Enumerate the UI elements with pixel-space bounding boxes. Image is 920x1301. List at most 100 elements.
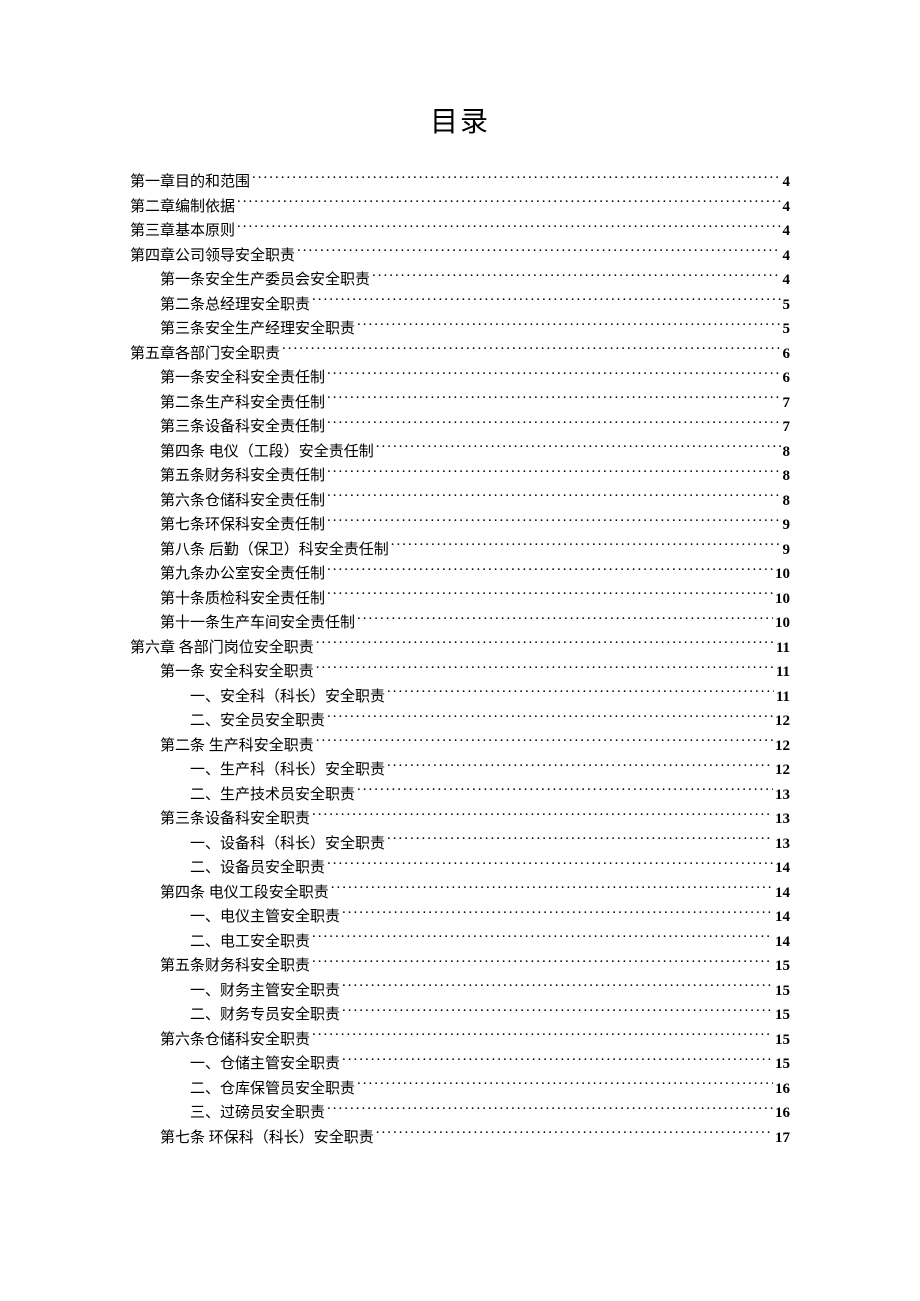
- toc-entry-page: 5: [783, 293, 791, 318]
- toc-entry: 二、财务专员安全职责 15: [130, 1003, 790, 1028]
- toc-entry-label: 三、过磅员安全职责: [190, 1101, 325, 1126]
- toc-entry-page: 4: [783, 195, 791, 220]
- toc-entry: 第一章目的和范围4: [130, 170, 790, 195]
- toc-entry-label: 第二条生产科安全责任制: [160, 391, 325, 416]
- toc-entry: 第三章基本原则 4: [130, 219, 790, 244]
- toc-leader-dots: [312, 931, 773, 946]
- toc-entry-label: 二、财务专员安全职责: [190, 1003, 340, 1028]
- toc-entry: 一、生产科（科长）安全职责 12: [130, 758, 790, 783]
- toc-leader-dots: [342, 1004, 773, 1019]
- toc-leader-dots: [316, 735, 773, 750]
- toc-entry-label: 二、安全员安全职责: [190, 709, 325, 734]
- toc-leader-dots: [282, 343, 780, 358]
- toc-entry-page: 6: [783, 342, 791, 367]
- toc-entry: 第五章各部门安全职责 6: [130, 342, 790, 367]
- toc-entry: 一、设备科（科长）安全职责13: [130, 832, 790, 857]
- toc-leader-dots: [357, 612, 773, 627]
- toc-entry: 二、仓库保管员安全职责16: [130, 1077, 790, 1102]
- toc-leader-dots: [357, 318, 780, 333]
- toc-entry: 第五条财务科安全责任制8: [130, 464, 790, 489]
- toc-entry: 第六条仓储科安全职责15: [130, 1028, 790, 1053]
- toc-entry: 二、设备员安全职责 14: [130, 856, 790, 881]
- toc-entry: 二、电工安全职责14: [130, 930, 790, 955]
- toc-entry-label: 一、电仪主管安全职责: [190, 905, 340, 930]
- toc-entry-page: 10: [775, 587, 790, 612]
- toc-leader-dots: [357, 784, 773, 799]
- toc-entry-page: 16: [775, 1077, 790, 1102]
- toc-entry: 第四条 电仪工段安全职责14: [130, 881, 790, 906]
- toc-entry-label: 二、设备员安全职责: [190, 856, 325, 881]
- toc-leader-dots: [391, 539, 781, 554]
- toc-entry-label: 第七条 环保科（科长）安全职责: [160, 1126, 374, 1151]
- toc-entry: 第一条安全生产委员会安全职责 4: [130, 268, 790, 293]
- toc-entry-label: 二、生产技术员安全职责: [190, 783, 355, 808]
- toc-entry-page: 8: [783, 489, 791, 514]
- toc-entry-page: 11: [776, 636, 790, 661]
- toc-entry: 第三条设备科安全责任制7: [130, 415, 790, 440]
- toc-leader-dots: [297, 245, 780, 260]
- toc-entry: 第一条安全科安全责任制 6: [130, 366, 790, 391]
- toc-leader-dots: [327, 416, 780, 431]
- toc-entry-label: 一、财务主管安全职责: [190, 979, 340, 1004]
- toc-entry-page: 10: [775, 611, 790, 636]
- toc-leader-dots: [312, 294, 780, 309]
- toc-entry: 第三条安全生产经理安全职责5: [130, 317, 790, 342]
- toc-entry-page: 15: [775, 1052, 790, 1077]
- toc-leader-dots: [376, 441, 781, 456]
- toc-entry-page: 15: [775, 954, 790, 979]
- toc-entry-page: 14: [775, 856, 790, 881]
- toc-entry: 一、安全科（科长）安全职责11: [130, 685, 790, 710]
- toc-entry-label: 第十一条生产车间安全责任制: [160, 611, 355, 636]
- toc-entry-label: 第三章基本原则: [130, 219, 235, 244]
- toc-leader-dots: [312, 955, 773, 970]
- toc-leader-dots: [387, 686, 774, 701]
- toc-entry-page: 4: [783, 170, 791, 195]
- toc-entry-label: 第十条质检科安全责任制: [160, 587, 325, 612]
- toc-entry-page: 4: [783, 219, 791, 244]
- toc-entry-label: 一、生产科（科长）安全职责: [190, 758, 385, 783]
- toc-entry-page: 5: [783, 317, 791, 342]
- toc-leader-dots: [387, 833, 773, 848]
- toc-entry: 一、仓储主管安全职责 15: [130, 1052, 790, 1077]
- toc-entry-label: 第六条仓储科安全职责: [160, 1028, 310, 1053]
- toc-entry-label: 第五章各部门安全职责: [130, 342, 280, 367]
- toc-entry-page: 9: [783, 538, 791, 563]
- toc-entry-page: 12: [775, 758, 790, 783]
- toc-entry-page: 14: [775, 930, 790, 955]
- toc-leader-dots: [327, 514, 780, 529]
- toc-entry: 第二条生产科安全责任制7: [130, 391, 790, 416]
- toc-leader-dots: [252, 171, 780, 186]
- toc-entry-label: 一、仓储主管安全职责: [190, 1052, 340, 1077]
- toc-entry: 一、财务主管安全职责15: [130, 979, 790, 1004]
- toc-entry-page: 10: [775, 562, 790, 587]
- toc-leader-dots: [312, 808, 773, 823]
- toc-entry-page: 14: [775, 881, 790, 906]
- toc-entry-page: 13: [775, 783, 790, 808]
- toc-entry: 第七条环保科安全责任制9: [130, 513, 790, 538]
- toc-entry-page: 12: [775, 709, 790, 734]
- toc-entry-label: 第三条设备科安全责任制: [160, 415, 325, 440]
- toc-entry-label: 第一条安全生产委员会安全职责: [160, 268, 370, 293]
- toc-entry: 第三条设备科安全职责13: [130, 807, 790, 832]
- toc-leader-dots: [331, 882, 773, 897]
- toc-entry-label: 第一条安全科安全责任制: [160, 366, 325, 391]
- toc-leader-dots: [237, 196, 780, 211]
- toc-entry: 第二条 生产科安全职责12: [130, 734, 790, 759]
- toc-entry-label: 第四条 电仪（工段）安全责任制: [160, 440, 374, 465]
- toc-leader-dots: [327, 563, 773, 578]
- toc-leader-dots: [342, 980, 773, 995]
- toc-entry-page: 6: [783, 366, 791, 391]
- toc-entry-page: 13: [775, 807, 790, 832]
- toc-leader-dots: [327, 490, 780, 505]
- toc-entry-label: 一、设备科（科长）安全职责: [190, 832, 385, 857]
- toc-entry-page: 11: [776, 660, 790, 685]
- toc-entry-page: 8: [783, 464, 791, 489]
- toc-entry-label: 第六章 各部门岗位安全职责: [130, 636, 314, 661]
- toc-entry-label: 第二条 生产科安全职责: [160, 734, 314, 759]
- toc-entry: 第六条仓储科安全责任制8: [130, 489, 790, 514]
- toc-entry-page: 4: [783, 268, 791, 293]
- toc-leader-dots: [327, 465, 780, 480]
- toc-entry-page: 15: [775, 1003, 790, 1028]
- toc-entry: 三、过磅员安全职责16: [130, 1101, 790, 1126]
- toc-entry: 第二条总经理安全职责5: [130, 293, 790, 318]
